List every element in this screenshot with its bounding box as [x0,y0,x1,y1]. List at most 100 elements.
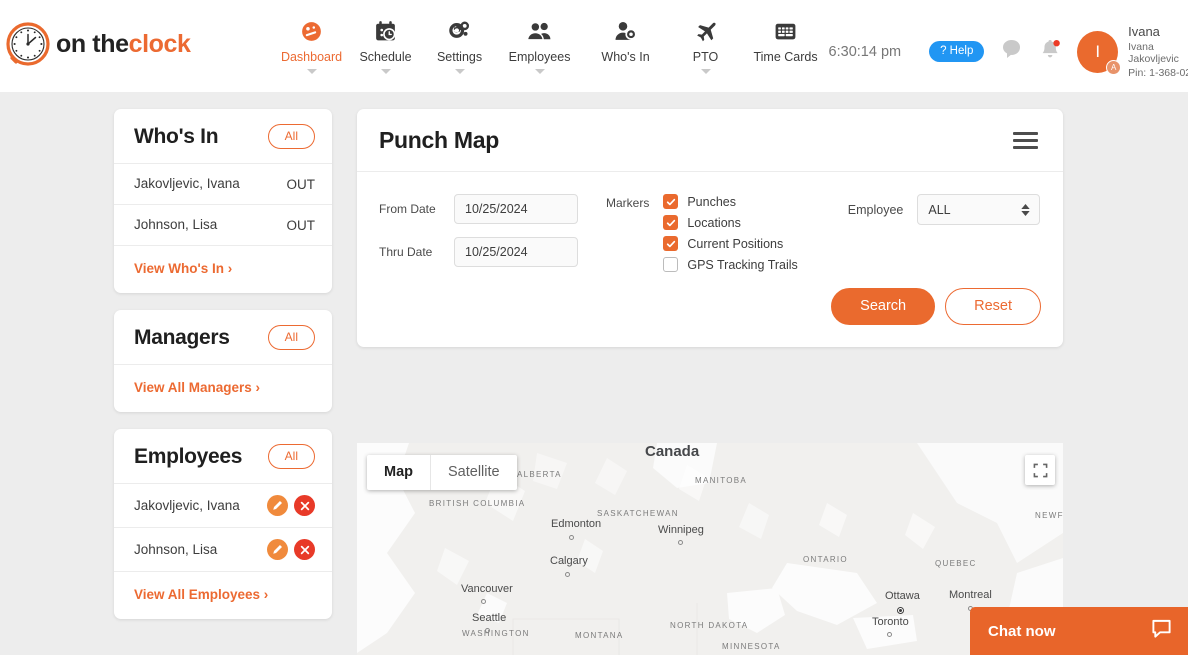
checkbox-checked-icon [663,194,679,209]
chevron-down-icon-pto[interactable] [700,69,711,74]
avatar-initial: I [1095,41,1101,61]
settings-icon [447,16,472,46]
search-button[interactable]: Search [831,288,936,325]
view-whos-in-link[interactable]: View Who's In › [134,261,232,276]
employee-name: Johnson, Lisa [134,217,218,233]
from-date-label: From Date [379,201,436,216]
chevron-down-icon-employees[interactable] [534,69,545,74]
map-city-dot [569,535,574,540]
checkbox-locations[interactable]: Locations [663,215,797,230]
chat-now-label: Chat now [988,622,1056,640]
chat-now-widget[interactable]: Chat now [970,607,1188,655]
punch-map-filters: From Date Thru Date Markers [357,172,1063,288]
date-filters: From Date Thru Date [379,194,578,267]
help-button[interactable]: ? Help [929,41,985,62]
filter-pill-all-employees[interactable]: All [267,444,315,470]
checkbox-checked-icon [663,236,679,251]
from-date-input[interactable] [454,194,578,224]
fullscreen-icon[interactable] [1025,455,1055,485]
filter-actions: Search Reset [357,288,1063,347]
list-item[interactable]: Johnson, Lisa [114,528,332,573]
view-all-managers-link[interactable]: View All Managers › [134,380,260,395]
logo-text-dark: on the [56,29,129,58]
nav-label-settings: Settings [436,50,483,64]
from-date-row: From Date [379,194,578,224]
nav-item-employees[interactable]: Employees [497,16,583,76]
nav-item-time-cards[interactable]: Time Cards [743,16,829,76]
chevron-down-icon-dashboard[interactable] [306,69,317,74]
nav-item-dashboard[interactable]: Dashboard [275,16,349,76]
avatar[interactable]: I A [1077,30,1122,75]
nav-label-whos-in: Who's In [601,50,650,64]
chat-bubble-icon [1151,618,1172,644]
filter-pill-all-whos-in[interactable]: All [267,124,315,149]
hamburger-menu-icon[interactable] [1010,129,1041,152]
map-type-map[interactable]: Map [367,455,431,490]
card-header-managers: Managers All [114,310,332,366]
punch-map-canvas[interactable]: Map Satellite Canada United States ALBER… [357,443,1063,655]
map-type-satellite[interactable]: Satellite [431,455,517,490]
brand-logo-text: on theclock [56,30,191,59]
employee-label: Employee [847,202,904,217]
markers-label: Markers [606,196,650,210]
map-capital-dot [897,607,904,614]
map-city-dot [565,572,570,577]
reset-button[interactable]: Reset [945,288,1041,325]
punch-map-card: Punch Map From Date Thru Date [357,109,1063,347]
list-item[interactable]: Jakovljevic, Ivana [114,484,332,529]
edit-icon[interactable] [267,495,288,517]
nav-item-schedule[interactable]: Schedule [349,16,423,76]
user-full-name: Ivana Jakovljevic [1128,41,1179,65]
dashboard-icon [299,16,324,46]
map-city-dot [887,632,892,637]
nav-item-settings[interactable]: Settings [423,16,497,76]
nav-label-employees: Employees [508,50,571,64]
user-menu[interactable]: Ivana Ivana Jakovljevic Pin: 1-368-029 [1128,24,1188,79]
employee-select[interactable] [917,194,1041,225]
chevron-down-icon-schedule[interactable] [380,69,391,74]
time-cards-icon [773,16,798,46]
message-bubble-icon[interactable] [1002,39,1021,64]
card-title-employees: Employees [134,444,243,468]
card-footer-whos-in: View Who's In › [114,246,332,293]
filter-pill-all-managers[interactable]: All [267,325,315,351]
thru-date-row: Thru Date [379,237,578,267]
nav-item-whos-in[interactable]: Who's In [583,16,669,76]
card-managers: Managers All View All Managers › [114,310,332,413]
brand-logo[interactable]: on theclock [6,22,191,66]
thru-date-input[interactable] [454,237,578,267]
user-pin: Pin: 1-368-029 [1128,67,1188,79]
checkbox-unchecked-icon [663,257,679,272]
content-area: Who's In All Jakovljevic, Ivana OUT John… [0,92,1188,655]
chevron-down-icon-settings[interactable] [454,69,465,74]
left-sidebar: Who's In All Jakovljevic, Ivana OUT John… [114,109,332,636]
delete-icon[interactable] [294,495,315,517]
thru-date-label: Thru Date [379,244,433,259]
checkbox-punches[interactable]: Punches [663,194,797,209]
checkbox-current-positions[interactable]: Current Positions [663,236,797,251]
nav-label-pto: PTO [692,50,719,64]
view-all-employees-link[interactable]: View All Employees › [134,587,268,602]
app-root: on theclock Dashboard Schedule Settings … [0,0,1188,655]
map-type-toggle: Map Satellite [367,455,517,490]
nav-item-pto[interactable]: PTO [669,16,743,76]
list-item[interactable]: Jakovljevic, Ivana OUT [114,164,332,206]
employee-filter: Employee [848,194,1041,225]
markers-checkbox-group: Punches Locations Current Positions GPS … [663,194,798,272]
user-name-row: Ivana [1128,24,1188,39]
checkbox-label-locations: Locations [687,215,741,230]
nav-label-schedule: Schedule [359,50,412,64]
notifications-bell-icon[interactable] [1039,39,1061,65]
delete-icon[interactable] [294,539,315,561]
checkbox-gps-tracking-trails[interactable]: GPS Tracking Trails [663,257,798,272]
punch-map-header: Punch Map [357,109,1063,172]
employee-select-wrapper [917,194,1041,225]
markers-filter: Markers Punches Locations Current Positi… [606,194,798,272]
avatar-admin-badge: A [1106,59,1122,75]
nav-label-time-cards: Time Cards [753,50,818,64]
map-city-dot [678,540,683,545]
checkbox-label-current-positions: Current Positions [687,236,784,251]
row-actions [267,495,315,517]
list-item[interactable]: Johnson, Lisa OUT [114,205,332,247]
edit-icon[interactable] [267,539,288,561]
